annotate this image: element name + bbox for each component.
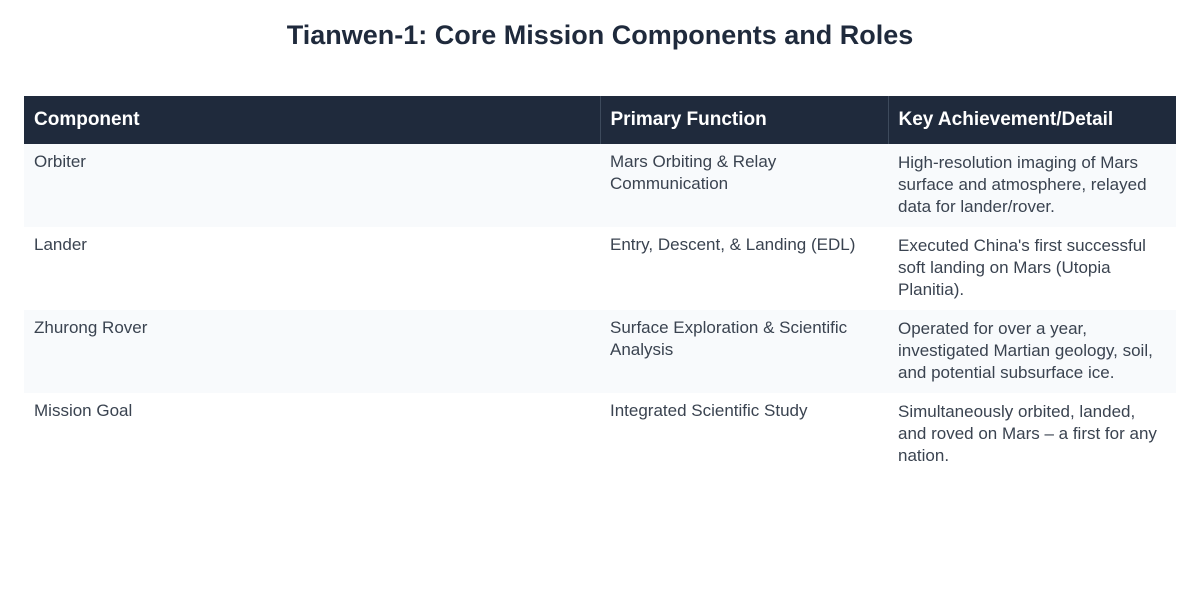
table-row: Mission Goal Integrated Scientific Study… [24,393,1176,476]
components-table: Component Primary Function Key Achieveme… [24,96,1176,476]
cell-function: Integrated Scientific Study [600,393,888,476]
column-header-component: Component [24,96,601,144]
cell-component: Orbiter [24,144,600,227]
page-title: Tianwen-1: Core Mission Components and R… [286,20,914,50]
cell-detail: Simultaneously orbited, landed, and rove… [888,393,1176,476]
table-header: Component Primary Function Key Achieveme… [24,96,1176,144]
cell-function: Surface Exploration & Scientific Analysi… [600,310,888,393]
column-header-key-achievement: Key Achievement/Detail [888,96,1176,144]
cell-detail: Executed China's first successful soft l… [888,227,1176,310]
table-row: Lander Entry, Descent, & Landing (EDL) E… [24,227,1176,310]
column-header-primary-function: Primary Function [600,96,889,144]
cell-detail: High-resolution imaging of Mars surface … [888,144,1176,227]
table-row: Orbiter Mars Orbiting & Relay Communicat… [24,144,1176,227]
table-header-row: Component Primary Function Key Achieveme… [24,96,1176,144]
cell-detail: Operated for over a year, investigated M… [888,310,1176,393]
table-row: Zhurong Rover Surface Exploration & Scie… [24,310,1176,393]
cell-component: Lander [24,227,600,310]
cell-component: Zhurong Rover [24,310,600,393]
cell-component: Mission Goal [24,393,600,476]
table-body: Orbiter Mars Orbiting & Relay Communicat… [24,144,1176,476]
cell-function: Entry, Descent, & Landing (EDL) [600,227,888,310]
cell-function: Mars Orbiting & Relay Communication [600,144,888,227]
